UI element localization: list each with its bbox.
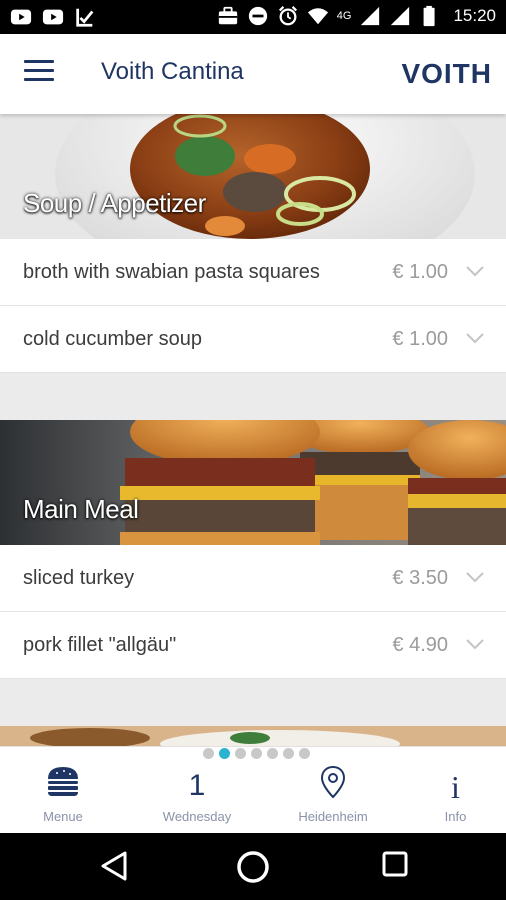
section-soup-appetizer: Soup / Appetizer broth with swabian past… — [0, 114, 506, 373]
chevron-down-icon[interactable] — [466, 265, 484, 277]
youtube-icon — [42, 9, 64, 25]
section-main-meal: Main Meal sliced turkey € 3.50 pork fill… — [0, 420, 506, 679]
chevron-down-icon[interactable] — [466, 638, 484, 650]
menu-item-price: € 4.90 — [392, 634, 448, 656]
wifi-icon — [307, 8, 328, 25]
signal-icon — [391, 6, 410, 26]
section-next-peek — [0, 726, 506, 746]
nav-menue[interactable]: Menue — [0, 747, 126, 834]
home-icon[interactable] — [236, 850, 270, 884]
burger-icon — [48, 767, 78, 796]
page-indicator — [3, 748, 506, 759]
menu-item-name: pork fillet "allgäu" — [23, 634, 177, 656]
burger-photo — [0, 420, 506, 545]
nav-day[interactable]: 1 Wednesday — [134, 747, 260, 834]
clock: 15:20 — [453, 6, 496, 25]
nav-label: Menue — [43, 809, 83, 824]
menu-item-name: cold cucumber soup — [23, 328, 202, 350]
menu-item-price: € 1.00 — [392, 261, 448, 283]
network-type: 4G — [336, 10, 352, 22]
page-dot[interactable] — [218, 748, 230, 759]
menu-item-name: sliced turkey — [23, 567, 135, 589]
section-title: Soup / Appetizer — [23, 188, 206, 218]
chevron-down-icon[interactable] — [466, 332, 484, 344]
alarm-icon — [278, 6, 297, 26]
menu-list[interactable]: Soup / Appetizer broth with swabian past… — [0, 114, 506, 746]
menu-item[interactable]: pork fillet "allgäu" € 4.90 — [0, 612, 506, 679]
menu-item-name: broth with swabian pasta squares — [23, 261, 320, 283]
soup-hero-image: Soup / Appetizer — [0, 114, 506, 239]
do-not-disturb-icon — [248, 6, 267, 26]
youtube-icon — [10, 9, 32, 25]
info-icon: i — [451, 769, 460, 805]
signal-icon — [361, 6, 380, 26]
location-pin-icon — [320, 765, 346, 799]
page-dot[interactable] — [234, 748, 246, 759]
chevron-down-icon[interactable] — [466, 571, 484, 583]
soup-photo — [0, 114, 506, 239]
nav-info[interactable]: i Info — [405, 747, 506, 834]
nav-label: Heidenheim — [298, 809, 368, 824]
battery-icon — [424, 5, 436, 27]
menu-item[interactable]: broth with swabian pasta squares € 1.00 — [0, 239, 506, 306]
app-title: Voith Cantina — [101, 58, 244, 85]
briefcase-icon — [218, 6, 237, 25]
section-title: Main Meal — [23, 494, 139, 524]
menu-item[interactable]: sliced turkey € 3.50 — [0, 545, 506, 612]
nav-location[interactable]: Heidenheim — [270, 747, 396, 834]
back-icon[interactable] — [99, 850, 129, 882]
page-dot[interactable] — [250, 748, 262, 759]
page-dot[interactable] — [266, 748, 278, 759]
main-meal-hero-image: Main Meal — [0, 420, 506, 545]
system-navigation-bar — [0, 833, 506, 900]
nav-label: Wednesday — [162, 809, 232, 824]
notification-check-icon — [76, 8, 94, 27]
menu-item-price: € 3.50 — [392, 567, 448, 589]
app-screen: 4G 15:20 Voith Cantina VOITH Soup / Appe… — [0, 0, 506, 900]
menu-item-price: € 1.00 — [392, 328, 448, 350]
nav-label: Info — [444, 809, 467, 824]
bottom-navigation: Menue 1 Wednesday Heidenheim i Info — [0, 746, 506, 833]
dessert-photo — [0, 726, 506, 746]
status-bar: 4G 15:20 — [0, 0, 506, 34]
page-dot[interactable] — [298, 748, 310, 759]
page-dot[interactable] — [282, 748, 294, 759]
day-number: 1 — [188, 769, 206, 802]
recents-icon[interactable] — [381, 850, 409, 878]
menu-item[interactable]: cold cucumber soup € 1.00 — [0, 306, 506, 373]
app-bar: Voith Cantina VOITH — [0, 34, 506, 114]
hamburger-menu-icon[interactable] — [24, 60, 54, 88]
voith-logo: VOITH — [401, 58, 492, 89]
page-dot[interactable] — [202, 748, 214, 759]
